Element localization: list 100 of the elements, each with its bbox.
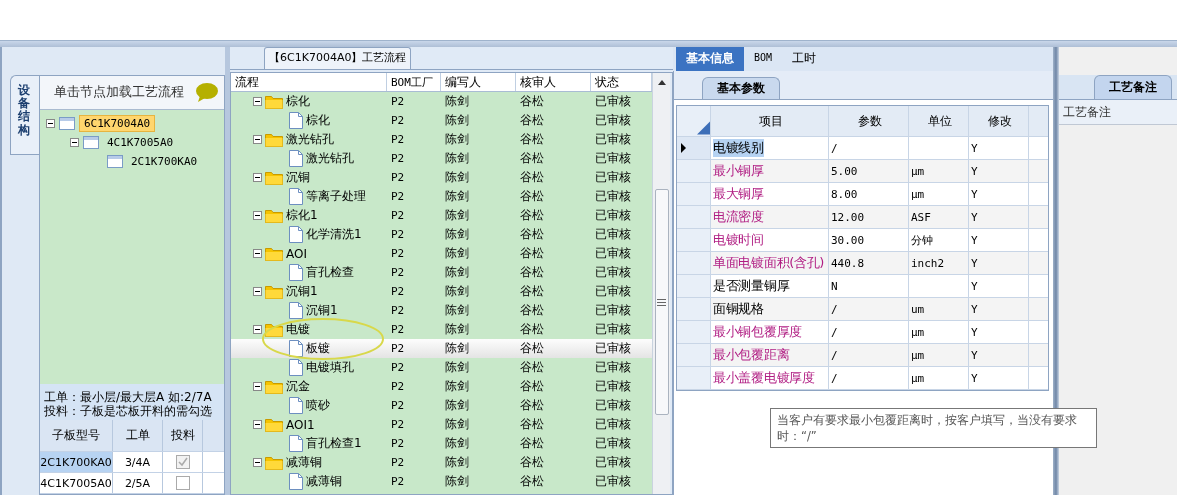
table-cell: /	[831, 141, 838, 155]
tree-item[interactable]: 减薄铜	[306, 473, 342, 490]
table-row[interactable]: 最小铜厚 5.00 μm Y	[677, 160, 1048, 183]
checkbox[interactable]	[175, 476, 190, 490]
table-row[interactable]: 电流密度 12.00 ASF Y	[677, 206, 1048, 229]
column-header[interactable]: 修改	[969, 106, 1029, 136]
table-cell-text: 已审核	[594, 359, 632, 376]
tree-item[interactable]: 棕化	[286, 93, 310, 110]
table-cell: Y	[971, 210, 978, 224]
tree-item[interactable]: 沉铜1	[286, 283, 318, 300]
tab[interactable]: 基本信息	[676, 47, 744, 71]
table-cell-text: 已审核	[594, 245, 632, 262]
table-cell: 是否测量铜厚	[713, 277, 790, 295]
table-cell-text: 陈剑	[444, 131, 470, 148]
scroll-thumb[interactable]	[654, 189, 669, 415]
table-cell: 4C1K7005A0	[40, 473, 113, 493]
table-cell-text: 谷松	[519, 150, 545, 167]
table-cell: /	[831, 325, 838, 339]
table-cell-text: 已审核	[594, 378, 632, 395]
tree-item[interactable]: 沉金	[286, 378, 310, 395]
column-header[interactable]: BOM工厂	[387, 73, 441, 91]
document-icon	[289, 473, 303, 490]
table-row[interactable]: 最小铜包覆厚度 / μm Y	[677, 321, 1048, 344]
table-cell-text: 已审核	[594, 112, 632, 129]
tree-item[interactable]: 等离子处理	[306, 188, 366, 205]
table-cell-text: 谷松	[519, 359, 545, 376]
tree-item[interactable]: 减薄铜	[286, 454, 322, 471]
document-icon	[289, 435, 303, 452]
table-cell-text: P2	[390, 360, 406, 376]
tree-item[interactable]: 板镀	[306, 340, 330, 357]
table-row[interactable]: 面铜规格 / um Y	[677, 298, 1048, 321]
tree-item[interactable]: 激光钻孔	[286, 131, 334, 148]
folder-icon	[265, 455, 283, 470]
table-cell-text: 已审核	[594, 435, 632, 452]
table-row[interactable]: 电镀时间 30.00 分钟 Y	[677, 229, 1048, 252]
row-header[interactable]	[677, 137, 711, 159]
column-header[interactable]: 流程	[231, 73, 387, 91]
table-cell: 5.00	[831, 164, 858, 178]
window-icon	[107, 154, 123, 168]
column-header[interactable]: 单位	[909, 106, 969, 136]
tree-item[interactable]: 激光钻孔	[306, 150, 354, 167]
table-cell-text: 谷松	[519, 207, 545, 224]
table-row[interactable]: 最小包覆距离 / μm Y	[677, 344, 1048, 367]
field-label: 工艺备注	[1059, 100, 1177, 125]
tree-item[interactable]: 盲孔检查1	[306, 435, 362, 452]
table-cell: 440.8	[831, 256, 865, 270]
table-row[interactable]: 电镀线别 / Y	[677, 137, 1048, 160]
column-header[interactable]: 核审人	[516, 73, 591, 91]
tab[interactable]: 工时	[782, 47, 827, 71]
tree-item[interactable]: 盲孔检查	[306, 264, 354, 281]
tree-node[interactable]: 6C1K7004A0	[79, 114, 156, 132]
tree-item[interactable]: 电镀填孔	[306, 359, 354, 376]
tab[interactable]: 工艺备注	[1094, 75, 1172, 99]
table-row[interactable]: 最小盖覆电镀厚度 / μm Y	[677, 367, 1048, 390]
tree-item[interactable]: AOI	[286, 246, 307, 261]
tree-item[interactable]: 化学清洗1	[306, 226, 362, 243]
table-cell-text: P2	[390, 208, 406, 224]
document-icon	[289, 188, 303, 205]
folder-icon	[265, 170, 283, 185]
table-row[interactable]: 最大铜厚 8.00 μm Y	[677, 183, 1048, 206]
scrollbar[interactable]	[652, 73, 670, 494]
table-row[interactable]: 单面电镀面积(含孔) 440.8 inch2 Y	[677, 252, 1048, 275]
table-cell: 2/5A	[113, 473, 163, 493]
table-cell-text: P2	[390, 322, 406, 338]
side-tab[interactable]: 设备结构	[10, 75, 39, 155]
table-cell-text: 谷松	[519, 397, 545, 414]
table-cell-text: 谷松	[519, 112, 545, 129]
table-cell: Y	[971, 187, 978, 201]
check-icon	[176, 456, 189, 468]
table-cell-text: P2	[390, 474, 406, 490]
document-icon	[289, 359, 303, 376]
table-cell: 电流密度	[713, 208, 764, 226]
column-header[interactable]: 工单	[113, 420, 163, 451]
column-header[interactable]: 子板型号	[40, 420, 113, 451]
table-cell: 8.00	[831, 187, 858, 201]
tab[interactable]: BOM	[744, 47, 783, 71]
checkbox[interactable]	[175, 455, 190, 469]
document-icon	[289, 112, 303, 129]
tab[interactable]: 基本参数	[702, 77, 780, 99]
column-header[interactable]: 编写人	[441, 73, 516, 91]
tree-item[interactable]: 棕化1	[286, 207, 318, 224]
table-cell-text: 陈剑	[444, 93, 470, 110]
tree-item[interactable]: 沉铜1	[306, 302, 338, 319]
table-cell-text: 陈剑	[444, 435, 470, 452]
tree-item[interactable]: 喷砂	[306, 397, 330, 414]
table-cell: N	[831, 279, 838, 293]
tree-item[interactable]: 棕化	[306, 112, 330, 129]
tree-node[interactable]: 2C1K700KA0	[127, 153, 202, 169]
table-cell-text: P2	[390, 113, 406, 129]
tree-item[interactable]: 电镀	[286, 321, 310, 338]
table-cell: Y	[971, 348, 978, 362]
column-header[interactable]: 投料	[163, 420, 203, 451]
document-icon	[289, 226, 303, 243]
table-cell-text: 已审核	[594, 150, 632, 167]
column-header[interactable]: 参数	[829, 106, 909, 136]
tree-item[interactable]: 沉铜	[286, 169, 310, 186]
tree-item[interactable]: AOI1	[286, 417, 315, 432]
column-header[interactable]: 项目	[711, 106, 829, 136]
table-row[interactable]: 是否测量铜厚 N Y	[677, 275, 1048, 298]
tree-node[interactable]: 4C1K7005A0	[103, 134, 178, 150]
